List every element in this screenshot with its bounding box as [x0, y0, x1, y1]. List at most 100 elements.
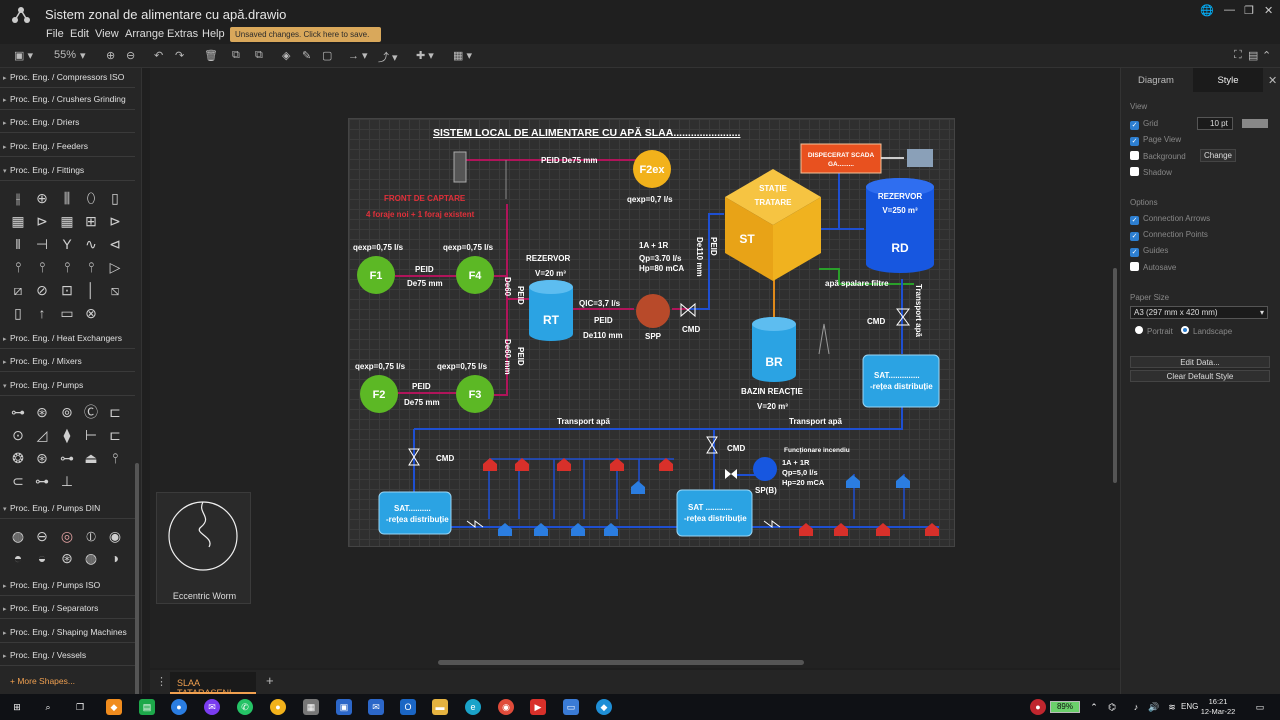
zoom-out-icon[interactable]: ⊖ [126, 49, 135, 62]
pump-din-shape[interactable]: ◍ [81, 548, 101, 568]
pump-shape[interactable]: ◿ [32, 425, 52, 445]
pump-din-shape[interactable]: ◉ [105, 526, 125, 546]
waypoints-icon[interactable]: ⤴ ▾ [378, 49, 398, 65]
shadow-checkbox[interactable]: Shadow [1130, 167, 1172, 177]
menu-file[interactable]: File [46, 28, 64, 40]
redo-icon[interactable]: ↷ [175, 49, 184, 62]
search-icon[interactable]: ⌕ [40, 699, 56, 715]
fitting-shape[interactable]: ⫯ [81, 257, 101, 277]
pump-shape[interactable]: ⏏ [81, 448, 101, 468]
sidebar-scrollbar[interactable] [135, 463, 139, 694]
whatsapp-icon[interactable]: ✆ [237, 699, 253, 715]
change-button[interactable]: Change [1200, 149, 1236, 162]
house-icon[interactable] [515, 458, 529, 471]
connection-icon[interactable]: → ▾ [348, 49, 368, 62]
pump-din-shape[interactable]: ◓ [8, 548, 28, 568]
app-taskbar-icon[interactable]: ● [171, 699, 187, 715]
spreadsheet-taskbar-icon[interactable]: ▤ [139, 699, 155, 715]
fitting-shape[interactable]: ↑ [32, 303, 52, 323]
flow-label[interactable]: qexp=0,75 l/s [355, 362, 406, 371]
pump-shape[interactable]: ⊛ [32, 448, 52, 468]
pipe-label[interactable]: PEID [594, 316, 613, 325]
to-front-icon[interactable]: ⧉ [232, 49, 240, 62]
house-icon[interactable] [846, 475, 860, 488]
volume-icon[interactable]: 🔊 [1146, 699, 1162, 715]
category-compressors[interactable]: ▸ Proc. Eng. / Compressors ISO [0, 68, 135, 88]
fitting-shape[interactable]: ⫯ [57, 257, 77, 277]
village-network-2[interactable] [378, 491, 452, 535]
pump-shape[interactable]: ⊙ [8, 425, 28, 445]
category-driers[interactable]: ▸ Proc. Eng. / Driers [0, 113, 135, 133]
pipe-label[interactable]: PEID [415, 265, 434, 274]
house-icon[interactable] [925, 523, 939, 536]
category-vessels[interactable]: ▸ Proc. Eng. / Vessels [0, 646, 135, 666]
guides-checkbox[interactable]: ✓ Guides [1130, 246, 1168, 257]
house-icon[interactable] [834, 523, 848, 536]
pump-din-shape[interactable]: ⊛ [57, 548, 77, 568]
paper-size-select[interactable]: A3 (297 mm x 420 mm) ▾ [1130, 306, 1268, 319]
app-taskbar-icon[interactable]: ▶ [530, 699, 546, 715]
fitting-shape[interactable]: ⫯ [8, 257, 28, 277]
house-icon[interactable] [610, 458, 624, 471]
app-taskbar-icon[interactable]: ▦ [303, 699, 319, 715]
house-icon[interactable] [604, 523, 618, 536]
fitting-shape[interactable]: ⬯ [81, 188, 101, 208]
category-pumps-iso[interactable]: ▸ Proc. Eng. / Pumps ISO [0, 576, 135, 596]
fitting-shape[interactable]: ⊞ [81, 211, 101, 231]
zoom-in-icon[interactable]: ⊕ [106, 49, 115, 62]
drawio-taskbar-icon[interactable]: ◆ [106, 699, 122, 715]
fitting-shape[interactable]: ▷ [105, 257, 125, 277]
grid-color-swatch[interactable] [1242, 119, 1268, 128]
pump-shape[interactable]: ⊶ [32, 471, 52, 491]
category-shaping-machines[interactable]: ▸ Proc. Eng. / Shaping Machines [0, 623, 135, 643]
fitting-shape[interactable]: ⊣ [32, 234, 52, 254]
clock[interactable]: 16:21 12-Mar-22 [1200, 697, 1236, 717]
vertical-scrollbar[interactable] [1113, 268, 1117, 483]
house-icon[interactable] [534, 523, 548, 536]
house-icon[interactable] [659, 458, 673, 471]
fire-mode-label[interactable]: Funcționare incendiu [784, 447, 850, 454]
pump-shape[interactable]: Ⓒ [81, 402, 101, 422]
category-pumps-din[interactable]: ▾ Proc. Eng. / Pumps DIN [0, 499, 135, 519]
pages-menu-icon[interactable]: ⋮ [156, 675, 167, 688]
pump-din-shape[interactable]: ◍ [8, 526, 28, 546]
tray-chevron-icon[interactable]: ⌃ [1086, 699, 1102, 715]
pump-din-shape[interactable]: ⊖ [32, 526, 52, 546]
transport-label[interactable]: Transport apă [914, 284, 923, 337]
browser-taskbar-icon[interactable]: ● [270, 699, 286, 715]
basin-label[interactable]: BAZIN REACȚIE [741, 387, 803, 396]
zoom-dropdown-icon[interactable]: ▾ [80, 49, 86, 62]
mic-icon[interactable]: ♪ [1128, 699, 1144, 715]
connection-points-checkbox[interactable]: ✓ Connection Points [1130, 230, 1208, 241]
house-icon[interactable] [631, 481, 645, 494]
edit-data-button[interactable]: Edit Data... [1130, 356, 1270, 368]
pipe-label[interactable]: PEID [516, 286, 525, 305]
pipe-label[interactable]: De60 mm [503, 339, 512, 375]
pump-spp[interactable] [636, 294, 670, 328]
fitting-shape[interactable]: ⊳ [105, 211, 125, 231]
pipe-label[interactable]: PEID [516, 347, 525, 366]
pump-shape[interactable]: ⊂ [8, 471, 28, 491]
fullscreen-icon[interactable]: ⛶ [1234, 49, 1242, 62]
village-network-3[interactable] [676, 489, 753, 537]
pump-shape[interactable]: ⊏ [105, 425, 125, 445]
undo-icon[interactable]: ↶ [154, 49, 163, 62]
fitting-shape[interactable]: ▦ [8, 211, 28, 231]
tab-slaa-tataraseni[interactable]: SLAA TATARASENI [170, 672, 256, 698]
fill-color-icon[interactable]: ◈ [282, 49, 290, 62]
panel-toggle-icon[interactable]: ▣ ▾ [14, 49, 33, 62]
category-mixers[interactable]: ▸ Proc. Eng. / Mixers [0, 352, 135, 372]
restore-icon[interactable]: ❐ [1244, 4, 1254, 17]
pipe-label[interactable]: De75 mm [407, 279, 443, 288]
task-view-icon[interactable]: ❐ [72, 699, 88, 715]
fitting-shape[interactable]: ‖ [8, 234, 28, 254]
pipe-label[interactable]: De110 mm [583, 331, 623, 340]
house-icon[interactable] [799, 523, 813, 536]
fitting-shape[interactable]: ⫼ [57, 188, 77, 208]
category-pumps[interactable]: ▾ Proc. Eng. / Pumps [0, 376, 135, 396]
horizontal-scrollbar[interactable] [438, 660, 804, 665]
outlook-icon[interactable]: O [400, 699, 416, 715]
line-color-icon[interactable]: ✎ [302, 49, 311, 62]
flow-label[interactable]: qexp=0,75 l/s [437, 362, 488, 371]
pump-shape[interactable]: ⊛ [32, 402, 52, 422]
